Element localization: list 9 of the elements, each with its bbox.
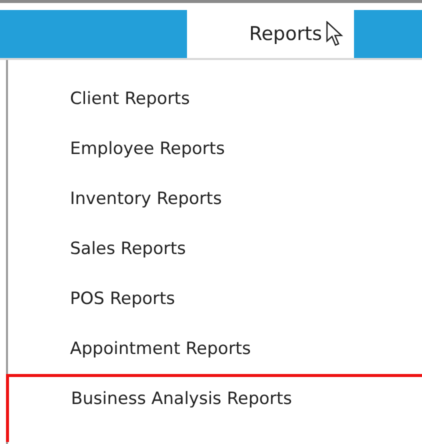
menu-item[interactable]: Sales Reports <box>8 224 422 274</box>
cursor-icon <box>326 21 344 47</box>
menu-item[interactable]: POS Reports <box>8 274 422 324</box>
reports-tab[interactable]: Reports <box>187 10 354 58</box>
menu-item[interactable]: Inventory Reports <box>8 174 422 224</box>
menu-item[interactable]: Client Reports <box>8 74 422 124</box>
menu-item[interactable]: Business Analysis Reports <box>6 374 422 442</box>
menu-item[interactable]: Appointment Reports <box>8 324 422 374</box>
menu-item[interactable]: Employee Reports <box>8 124 422 174</box>
